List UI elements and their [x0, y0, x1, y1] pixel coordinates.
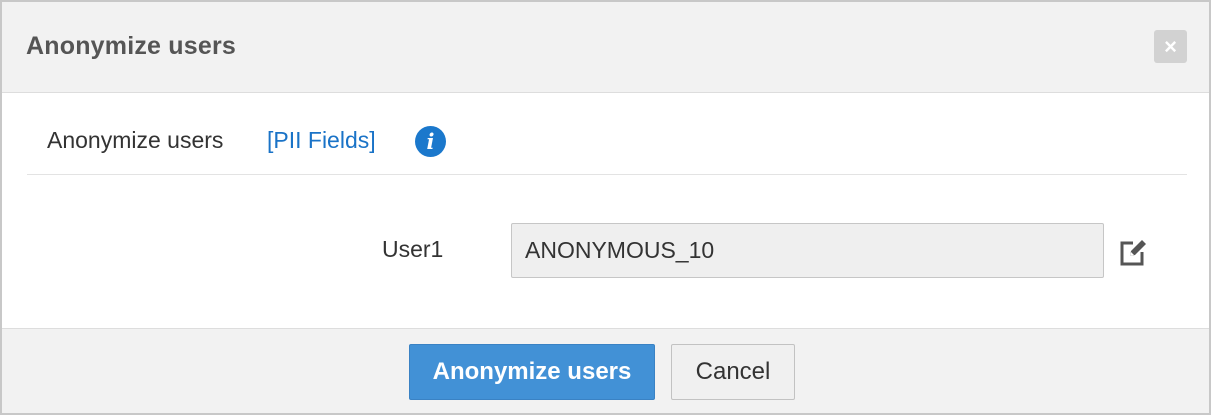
dialog-header: Anonymize users × [2, 2, 1209, 93]
cancel-button[interactable]: Cancel [671, 344, 795, 400]
pii-fields-link[interactable]: [PII Fields] [267, 127, 376, 154]
section-label: Anonymize users [47, 127, 224, 153]
edit-icon[interactable] [1119, 237, 1149, 267]
user-anonymized-name-input[interactable] [511, 223, 1104, 278]
user-field-label: User1 [382, 236, 444, 262]
anonymize-users-button[interactable]: Anonymize users [409, 344, 655, 400]
anonymize-users-dialog: Anonymize users × Anonymize users [PII F… [0, 0, 1211, 415]
dialog-title: Anonymize users [26, 32, 237, 60]
section-header-row: Anonymize users [PII Fields] i [27, 94, 1187, 175]
close-icon: × [1164, 33, 1177, 59]
info-icon[interactable]: i [415, 126, 446, 157]
close-button[interactable]: × [1154, 30, 1187, 63]
